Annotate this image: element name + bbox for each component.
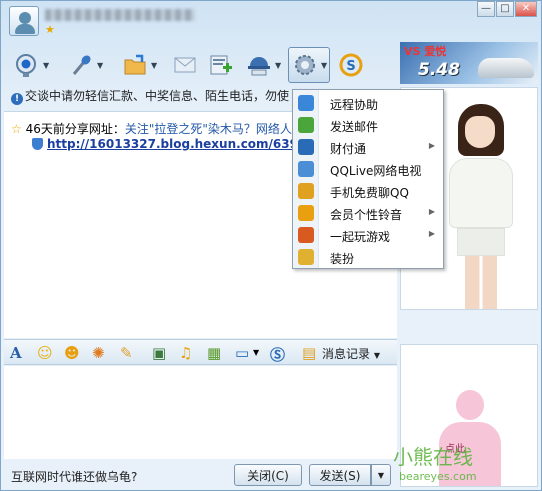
- star-icon: ☆: [11, 122, 22, 136]
- info-icon: !: [11, 93, 23, 105]
- emoji-icon[interactable]: ☺: [37, 344, 53, 362]
- input-toolbar: A ☺ ☻ ✺ ✎ ▣ ♫ ▦ ▭ ▼ Ⓢ ▤ 消息记录 ▼: [4, 339, 397, 365]
- webcam-icon: [13, 51, 41, 79]
- helmet-icon: [245, 51, 273, 79]
- remote-assist-icon: [298, 95, 314, 111]
- shake-icon[interactable]: ✺: [92, 344, 105, 362]
- app-button[interactable]: ▼: [245, 47, 281, 83]
- chevron-down-icon[interactable]: ▼: [97, 61, 103, 70]
- avatar-shirt: [449, 158, 513, 228]
- menu-item-dress-up[interactable]: 装扮: [293, 246, 443, 268]
- games-icon: [298, 227, 314, 243]
- soso-button[interactable]: S: [337, 47, 365, 83]
- magic-face-icon[interactable]: ☻: [64, 344, 80, 362]
- menu-item-ringtone[interactable]: 会员个性铃音 ▶: [293, 202, 443, 224]
- message-input[interactable]: [4, 366, 397, 459]
- create-group-button[interactable]: [207, 47, 235, 83]
- shield-icon: [32, 138, 43, 150]
- ad-price: 5.48: [418, 60, 460, 80]
- menu-item-tenpay[interactable]: 财付通 ▶: [293, 136, 443, 158]
- scribble-icon[interactable]: ✎: [120, 344, 133, 362]
- chevron-down-icon[interactable]: ▼: [253, 348, 259, 357]
- menu-item-send-mail[interactable]: 发送邮件: [293, 114, 443, 136]
- send-file-button[interactable]: ▼: [121, 47, 157, 83]
- watermark: 小熊在线 beareyes.com: [393, 445, 477, 483]
- minimize-button[interactable]: —: [477, 1, 495, 17]
- menu-item-label: 远程协助: [330, 98, 379, 112]
- chevron-right-icon: ▶: [428, 229, 435, 238]
- ringtone-icon: [298, 205, 314, 221]
- contact-avatar[interactable]: [9, 6, 39, 36]
- chevron-right-icon: ▶: [428, 207, 435, 216]
- send-mail-icon: [298, 117, 314, 133]
- chevron-down-icon[interactable]: ▼: [43, 61, 49, 70]
- contact-name: ■■■■■■■■■■■■■■■■: [45, 9, 195, 21]
- video-chat-button[interactable]: ▼: [13, 47, 49, 83]
- menu-item-label: QQLive网络电视: [330, 164, 422, 178]
- car-image: [478, 58, 534, 78]
- gift-icon[interactable]: ▦: [207, 344, 221, 362]
- ad-brand: VS 爱悦: [404, 45, 447, 58]
- footer-tip[interactable]: 互联网时代谁还做乌龟?: [11, 468, 137, 485]
- chevron-right-icon: ▶: [428, 141, 435, 150]
- send-button[interactable]: 发送(S): [309, 464, 371, 486]
- star-icon: ★: [45, 23, 55, 36]
- group-add-icon: [207, 51, 235, 79]
- security-warning: ! 交谈中请勿轻信汇款、中奖信息、陌生电话，勿使: [11, 87, 289, 105]
- menu-item-games[interactable]: 一起玩游戏 ▶: [293, 224, 443, 246]
- dress-up-icon: [298, 249, 314, 265]
- avatar-legs: [465, 256, 497, 309]
- menu-item-remote-assist[interactable]: 远程协助: [293, 92, 443, 114]
- more-apps-button[interactable]: ▼: [288, 47, 331, 83]
- maximize-button[interactable]: □: [496, 1, 514, 17]
- voice-chat-button[interactable]: ▼: [67, 47, 103, 83]
- tenpay-icon: [298, 139, 314, 155]
- send-options-button[interactable]: ▼: [371, 464, 391, 486]
- share-prefix: 46天前分享网址：: [25, 122, 125, 136]
- chevron-down-icon[interactable]: ▼: [151, 61, 157, 70]
- share-message: ☆ 46天前分享网址：关注"拉登之死"染木马？网络人: [11, 120, 292, 137]
- music-icon[interactable]: ♫: [179, 344, 192, 362]
- menu-item-label: 装扮: [330, 252, 355, 266]
- avatar-shorts: [457, 228, 505, 256]
- svg-text:S: S: [346, 59, 355, 74]
- email-button[interactable]: [171, 47, 199, 83]
- menu-item-mobile-qq[interactable]: 手机免费聊QQ: [293, 180, 443, 202]
- message-history-button[interactable]: 消息记录 ▼: [322, 345, 380, 362]
- menu-item-label: 手机免费聊QQ: [330, 186, 409, 200]
- soso-icon: S: [337, 51, 365, 79]
- more-apps-menu: 远程协助 发送邮件 财付通 ▶ QQLive网络电视 手机免费聊QQ 会员个性铃音 ▶ 一起玩游…: [292, 89, 444, 269]
- folder-icon: [121, 51, 149, 79]
- avatar-face: [465, 116, 495, 148]
- font-icon[interactable]: A: [10, 344, 22, 362]
- close-window-button[interactable]: ✕: [515, 1, 537, 17]
- microphone-icon: [67, 51, 95, 79]
- soso-icon[interactable]: Ⓢ: [270, 344, 285, 365]
- menu-item-label: 发送邮件: [330, 120, 379, 134]
- mobile-qq-icon: [298, 183, 314, 199]
- chevron-down-icon[interactable]: ▼: [321, 61, 327, 70]
- qqlive-icon: [298, 161, 314, 177]
- menu-item-label: 一起玩游戏: [330, 230, 391, 244]
- ad-banner[interactable]: VS 爱悦 5.48: [400, 42, 538, 84]
- gear-icon: [291, 51, 319, 79]
- picture-icon[interactable]: ▣: [152, 344, 166, 362]
- menu-item-qqlive[interactable]: QQLive网络电视: [293, 158, 443, 180]
- menu-item-label: 会员个性铃音: [330, 208, 403, 222]
- menu-item-label: 财付通: [330, 142, 367, 156]
- envelope-icon: [171, 51, 199, 79]
- qq-chat-window: ■■■■■■■■■■■■■■■■ ★ — □ ✕ ▼ ▼ ▼ ▼ ▼: [0, 0, 542, 491]
- share-title-link[interactable]: 关注"拉登之死"染木马？网络人: [125, 122, 292, 136]
- history-icon: ▤: [302, 344, 317, 362]
- screenshot-icon[interactable]: ▭: [235, 344, 249, 362]
- chevron-down-icon[interactable]: ▼: [275, 61, 281, 70]
- silhouette-head: [456, 390, 484, 420]
- close-button[interactable]: 关闭(C): [234, 464, 302, 486]
